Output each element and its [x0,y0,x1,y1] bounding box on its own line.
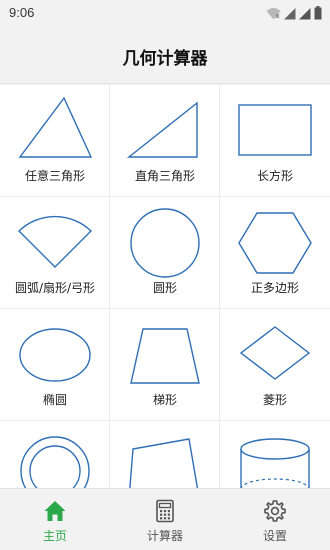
wifi-icon [266,7,281,19]
shape-label: 任意三角形 [24,169,85,183]
shape-label: 梯形 [152,393,177,407]
gear-icon [264,500,286,522]
bottom-nav: 主页 计算器 设置 [0,488,330,550]
shape-label: 正多边形 [250,281,299,295]
nav-home-label: 主页 [42,529,67,543]
shape-label: 菱形 [262,393,287,407]
signal-icon [284,7,296,19]
battery-icon [314,6,322,20]
triangle-icon [18,96,93,158]
nav-settings-label: 设置 [262,529,287,543]
ellipse-icon [19,328,91,382]
shape-card-ring[interactable] [0,421,110,488]
shape-card-sector[interactable]: 圆弧/扇形/弓形 [0,197,110,309]
sector-icon [17,215,93,268]
shape-card-rhombus[interactable]: 菱形 [220,309,330,421]
status-time: 9:06 [9,5,35,20]
nav-calculator[interactable]: 计算器 [110,489,220,550]
nav-settings[interactable]: 设置 [220,489,330,550]
trapezoid-icon [130,328,200,384]
shape-card-right-triangle[interactable]: 直角三角形 [110,85,220,197]
nav-calculator-label: 计算器 [146,529,183,543]
status-icons [266,5,322,21]
hexagon-icon [238,212,312,274]
shape-card-polygon[interactable]: 正多边形 [220,197,330,309]
shape-card-circle[interactable]: 圆形 [110,197,220,309]
shape-label: 直角三角形 [134,169,195,183]
page-title: 几何计算器 [122,49,208,69]
shape-card-rectangle[interactable]: 长方形 [220,85,330,197]
rhombus-icon [239,326,311,380]
shape-label: 圆弧/扇形/弓形 [14,281,96,295]
shape-card-quadrilateral[interactable] [110,421,220,488]
status-bar: 9:06 [0,0,330,26]
cylinder-icon [240,438,310,488]
ring-icon [20,436,90,488]
shape-grid: 任意三角形 直角三角形 长方形 圆弧/扇形/弓形 圆形 正多边形 椭圆 梯形 菱… [0,85,330,488]
shape-label: 长方形 [256,169,293,183]
quadrilateral-icon [129,438,199,488]
shape-card-triangle[interactable]: 任意三角形 [0,85,110,197]
shape-card-ellipse[interactable]: 椭圆 [0,309,110,421]
signal-icon-2 [299,7,311,19]
shape-card-cylinder[interactable] [220,421,330,488]
shape-card-trapezoid[interactable]: 梯形 [110,309,220,421]
shape-label: 椭圆 [42,393,67,407]
circle-icon [130,208,200,278]
shape-label: 圆形 [152,281,177,295]
home-icon [44,501,66,521]
rectangle-icon [238,104,312,156]
calculator-icon [156,499,174,523]
app-bar: 几何计算器 [0,26,330,84]
right-triangle-icon [126,101,198,158]
nav-home[interactable]: 主页 [0,489,110,550]
